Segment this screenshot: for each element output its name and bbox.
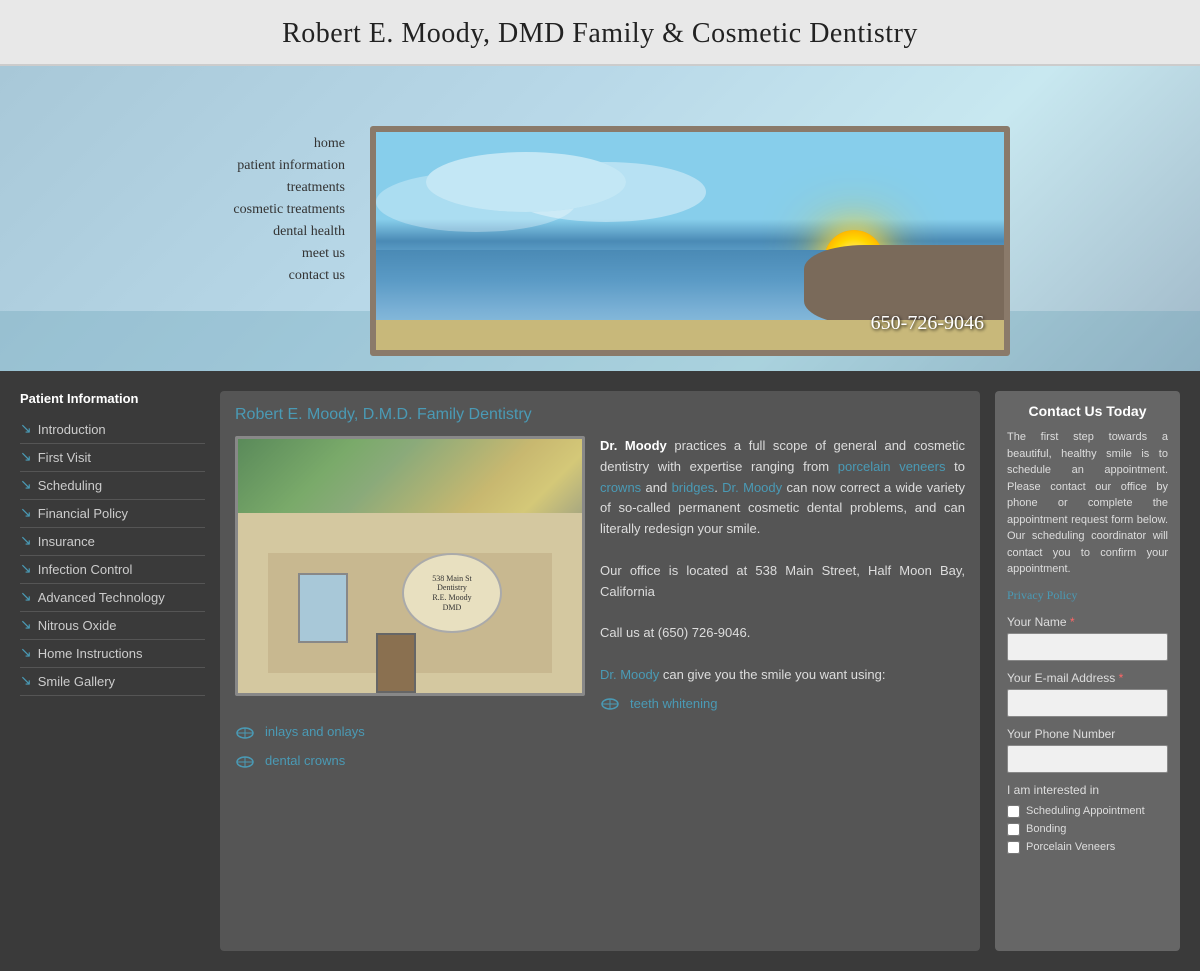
sidebar-item-infection[interactable]: ↘ Infection Control (20, 556, 205, 584)
checkbox-veneers: Porcelain Veneers (1007, 841, 1168, 854)
sidebar-item-scheduling[interactable]: ↘ Scheduling (20, 472, 205, 500)
sidebar-item-introduction[interactable]: ↘ Introduction (20, 416, 205, 444)
sidebar-link-smile-gallery[interactable]: Smile Gallery (38, 674, 115, 689)
list-item-teeth-whitening: teeth whitening (600, 694, 965, 715)
nav-column: home patient information treatments cosm… (0, 66, 360, 371)
sidebar-link-introduction[interactable]: Introduction (38, 422, 106, 437)
inlay-icon (236, 726, 254, 740)
arrow-icon: ↘ (20, 589, 32, 606)
text3: and (641, 480, 671, 495)
sidebar-item-smile-gallery[interactable]: ↘ Smile Gallery (20, 668, 205, 696)
sidebar-item-nitrous[interactable]: ↘ Nitrous Oxide (20, 612, 205, 640)
name-input[interactable] (1007, 633, 1168, 661)
inlays-link[interactable]: inlays and onlays (265, 722, 365, 743)
smile-intro-text: can give you the smile you want using: (659, 667, 885, 682)
top-area: home patient information treatments cosm… (0, 66, 1200, 371)
crowns-link[interactable]: crowns (600, 480, 641, 495)
crown-icon (236, 755, 254, 769)
list-icon-crowns (235, 754, 255, 770)
building-door (376, 633, 416, 693)
dr-moody-bold: Dr. Moody (600, 438, 667, 453)
nav-patient-info[interactable]: patient information (237, 158, 345, 174)
sidebar-link-financial[interactable]: Financial Policy (38, 506, 128, 521)
bridges-link[interactable]: bridges (672, 480, 715, 495)
list-icon-inlays (235, 725, 255, 741)
nav-cosmetic[interactable]: cosmetic treatments (233, 202, 345, 218)
page-header: Robert E. Moody, DMD Family & Cosmetic D… (0, 0, 1200, 66)
text4: . (714, 480, 722, 495)
text2: to (945, 459, 965, 474)
checkbox-bonding-input[interactable] (1007, 823, 1020, 836)
phone-input[interactable] (1007, 745, 1168, 773)
arrow-icon: ↘ (20, 533, 32, 550)
building-bg: 538 Main StDentistryR.E. MoodyDMD (238, 513, 582, 693)
arrow-icon: ↘ (20, 477, 32, 494)
name-label: Your Name * (1007, 615, 1168, 629)
dr-moody-link[interactable]: Dr. Moody (722, 480, 782, 495)
nav-treatments[interactable]: treatments (287, 180, 345, 196)
arrow-icon: ↘ (20, 561, 32, 578)
arrow-icon: ↘ (20, 673, 32, 690)
smile-intro-link[interactable]: Dr. Moody (600, 667, 659, 682)
sidebar-link-infection[interactable]: Infection Control (38, 562, 133, 577)
contact-form: Contact Us Today The first step towards … (995, 391, 1180, 951)
contact-form-title: Contact Us Today (1007, 403, 1168, 419)
email-input[interactable] (1007, 689, 1168, 717)
sidebar-section-title: Patient Information (20, 391, 205, 406)
sidebar: Patient Information ↘ Introduction ↘ Fir… (20, 391, 205, 951)
porcelain-veneers-link[interactable]: porcelain veneers (838, 459, 946, 474)
arrow-icon: ↘ (20, 449, 32, 466)
main-content: Robert E. Moody, D.M.D. Family Dentistry… (220, 391, 980, 951)
email-label: Your E-mail Address * (1007, 671, 1168, 685)
teeth-whitening-link[interactable]: teeth whitening (630, 694, 717, 715)
arrow-icon: ↘ (20, 505, 32, 522)
sidebar-item-home-instructions[interactable]: ↘ Home Instructions (20, 640, 205, 668)
arrow-icon: ↘ (20, 617, 32, 634)
sidebar-item-insurance[interactable]: ↘ Insurance (20, 528, 205, 556)
clouds-decoration (426, 152, 626, 212)
nav-dental-health[interactable]: dental health (273, 224, 345, 240)
nav-contact[interactable]: contact us (289, 268, 345, 284)
arrow-icon: ↘ (20, 645, 32, 662)
tooth-icon (601, 697, 619, 711)
crowns-list-link[interactable]: dental crowns (265, 751, 345, 772)
sidebar-item-first-visit[interactable]: ↘ First Visit (20, 444, 205, 472)
site-title: Robert E. Moody, DMD Family & Cosmetic D… (0, 18, 1200, 50)
checkbox-scheduling-input[interactable] (1007, 805, 1020, 818)
office-sign: 538 Main StDentistryR.E. MoodyDMD (402, 553, 502, 633)
checkbox-bonding: Bonding (1007, 823, 1168, 836)
arrow-icon: ↘ (20, 421, 32, 438)
sidebar-link-advanced-tech[interactable]: Advanced Technology (38, 590, 165, 605)
sidebar-link-first-visit[interactable]: First Visit (38, 450, 91, 465)
office-photo: 538 Main StDentistryR.E. MoodyDMD (235, 436, 585, 696)
main-area: Patient Information ↘ Introduction ↘ Fir… (0, 371, 1200, 971)
checkbox-scheduling: Scheduling Appointment (1007, 805, 1168, 818)
sidebar-item-financial[interactable]: ↘ Financial Policy (20, 500, 205, 528)
contact-form-desc: The first step towards a beautiful, heal… (1007, 429, 1168, 578)
content-page-title: Robert E. Moody, D.M.D. Family Dentistry (235, 406, 965, 424)
checkbox-veneers-input[interactable] (1007, 841, 1020, 854)
list-item-inlays: inlays and onlays (235, 722, 965, 743)
nav-home[interactable]: home (314, 136, 345, 152)
sidebar-link-insurance[interactable]: Insurance (38, 534, 95, 549)
sidebar-link-scheduling[interactable]: Scheduling (38, 478, 102, 493)
checkbox-bonding-label: Bonding (1026, 823, 1066, 835)
nav-meet-us[interactable]: meet us (302, 246, 345, 262)
checkbox-scheduling-label: Scheduling Appointment (1026, 805, 1145, 817)
phone-label: Your Phone Number (1007, 727, 1168, 741)
hero-photo-frame: 650-726-9046 (370, 126, 1010, 356)
list-item-crowns: dental crowns (235, 751, 965, 772)
sidebar-item-advanced-tech[interactable]: ↘ Advanced Technology (20, 584, 205, 612)
checkbox-veneers-label: Porcelain Veneers (1026, 841, 1115, 853)
list-icon-teeth (600, 696, 620, 712)
privacy-policy-link[interactable]: Privacy Policy (1007, 588, 1168, 603)
sidebar-link-nitrous[interactable]: Nitrous Oxide (38, 618, 117, 633)
sidebar-link-home-instructions[interactable]: Home Instructions (38, 646, 143, 661)
hero-phone: 650-726-9046 (871, 312, 984, 335)
interested-label: I am interested in (1007, 783, 1168, 797)
hero-image: 650-726-9046 (370, 126, 1180, 351)
building-window (298, 573, 348, 643)
